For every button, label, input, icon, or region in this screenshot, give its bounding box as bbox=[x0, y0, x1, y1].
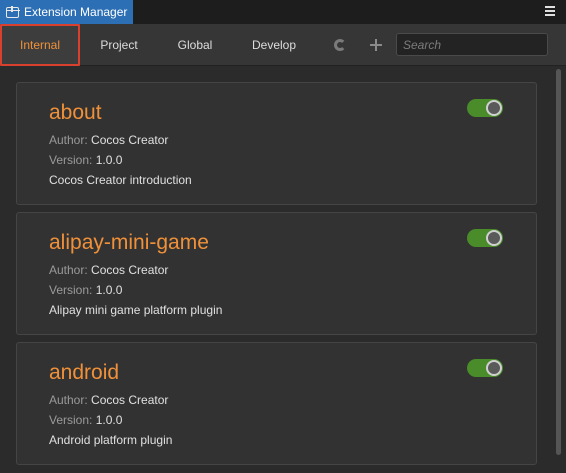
author-label: Author: bbox=[49, 263, 88, 277]
tab-project[interactable]: Project bbox=[84, 24, 154, 66]
extension-version: Version: 1.0.0 bbox=[49, 283, 122, 297]
extension-card-about: about Author: Cocos Creator Version: 1.0… bbox=[16, 82, 537, 205]
version-label: Version: bbox=[49, 413, 93, 427]
extension-name: about bbox=[49, 101, 102, 124]
toggle-knob bbox=[486, 230, 502, 246]
version-value: 1.0.0 bbox=[95, 283, 123, 297]
extension-name: android bbox=[49, 361, 120, 384]
extension-list: about Author: Cocos Creator Version: 1.0… bbox=[0, 67, 550, 473]
search-input[interactable] bbox=[396, 33, 548, 56]
tab-develop[interactable]: Develop bbox=[238, 24, 310, 66]
enable-toggle[interactable] bbox=[467, 99, 503, 117]
toggle-knob bbox=[486, 100, 502, 116]
hamburger-menu-icon[interactable] bbox=[545, 6, 555, 18]
refresh-icon bbox=[334, 39, 346, 51]
window-tab[interactable]: Extension Manager bbox=[0, 0, 133, 24]
tab-global[interactable]: Global bbox=[160, 24, 230, 66]
author-label: Author: bbox=[49, 393, 88, 407]
enable-toggle[interactable] bbox=[467, 229, 503, 247]
author-value: Cocos Creator bbox=[91, 263, 169, 277]
package-icon bbox=[5, 6, 20, 18]
extension-description: Android platform plugin bbox=[49, 433, 173, 447]
scrollbar[interactable] bbox=[550, 67, 566, 473]
toolbar: Internal Project Global Develop bbox=[0, 24, 566, 66]
extension-card-android: android Author: Cocos Creator Version: 1… bbox=[16, 342, 537, 465]
tab-internal[interactable]: Internal bbox=[0, 24, 80, 66]
plus-icon bbox=[370, 39, 382, 51]
author-value: Cocos Creator bbox=[91, 133, 169, 147]
extension-description: Cocos Creator introduction bbox=[49, 173, 192, 187]
extension-author: Author: Cocos Creator bbox=[49, 393, 168, 407]
enable-toggle[interactable] bbox=[467, 359, 503, 377]
version-value: 1.0.0 bbox=[95, 413, 123, 427]
add-extension-button[interactable] bbox=[367, 36, 385, 54]
extension-author: Author: Cocos Creator bbox=[49, 263, 168, 277]
window-title: Extension Manager bbox=[24, 5, 128, 19]
version-value: 1.0.0 bbox=[95, 153, 123, 167]
version-label: Version: bbox=[49, 153, 93, 167]
extension-description: Alipay mini game platform plugin bbox=[49, 303, 223, 317]
scrollbar-thumb[interactable] bbox=[556, 69, 561, 455]
title-bar: Extension Manager bbox=[0, 0, 566, 24]
extension-card-alipay-mini-game: alipay-mini-game Author: Cocos Creator V… bbox=[16, 212, 537, 335]
extension-version: Version: 1.0.0 bbox=[49, 153, 122, 167]
extension-name: alipay-mini-game bbox=[49, 231, 209, 254]
toggle-knob bbox=[486, 360, 502, 376]
extension-author: Author: Cocos Creator bbox=[49, 133, 168, 147]
author-label: Author: bbox=[49, 133, 88, 147]
extension-version: Version: 1.0.0 bbox=[49, 413, 122, 427]
refresh-button[interactable] bbox=[331, 36, 349, 54]
author-value: Cocos Creator bbox=[91, 393, 169, 407]
version-label: Version: bbox=[49, 283, 93, 297]
